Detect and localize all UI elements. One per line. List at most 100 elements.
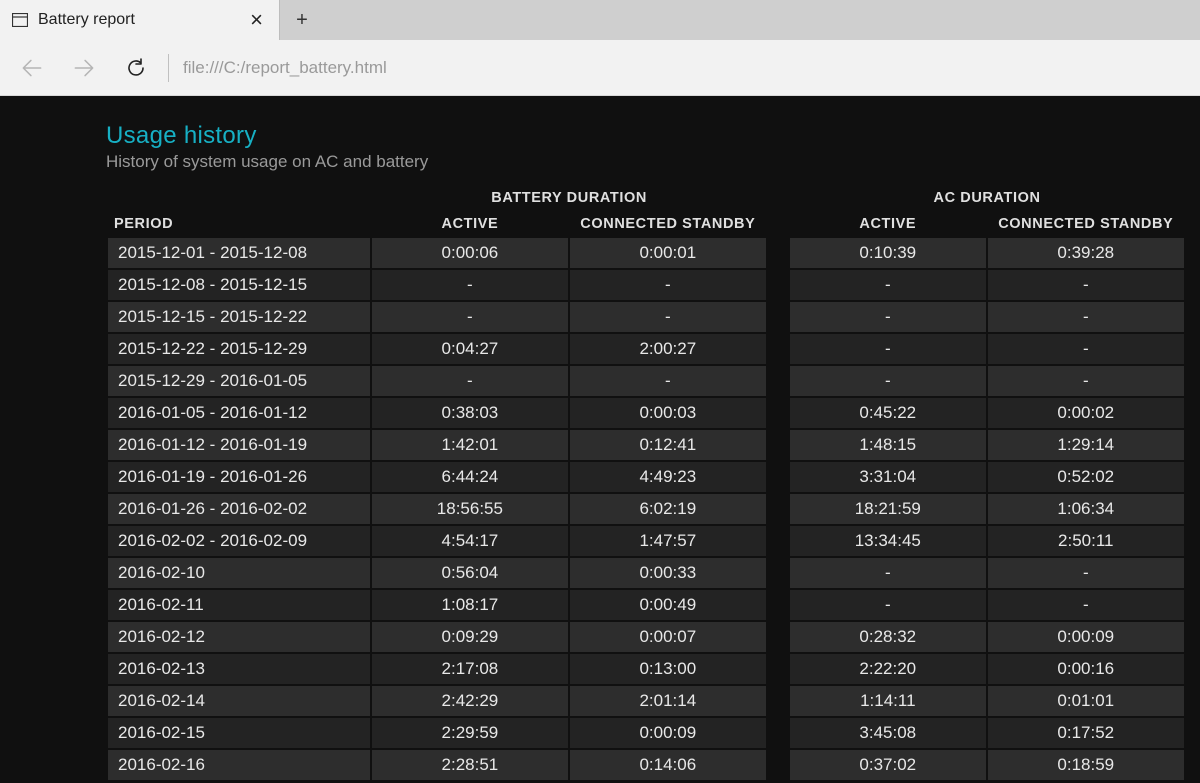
table-row: 2016-02-152:29:590:00:093:45:080:17:52 [108,718,1184,748]
table-row: 2015-12-01 - 2015-12-080:00:060:00:01 0:1… [108,238,1184,268]
cell-ac-active: 0:10:39 [790,238,986,268]
cell-period: 2016-01-12 - 2016-01-19 [108,430,370,460]
cell-battery-standby: 0:00:49 [570,590,766,620]
cell-battery-standby: 0:00:33 [570,558,766,588]
cell-ac-active: 1:48:15 [790,430,986,460]
table-row: 2016-01-26 - 2016-02-0218:56:556:02:1918… [108,494,1184,524]
cell-battery-standby: 0:14:06 [570,750,766,780]
cell-battery-active: 0:56:04 [372,558,568,588]
cell-ac-active: 0:28:32 [790,622,986,652]
cell-ac-standby: 0:39:28 [988,238,1184,268]
cell-battery-standby: - [570,302,766,332]
cell-ac-standby: - [988,334,1184,364]
url-field[interactable]: file:///C:/report_battery.html [183,58,1194,78]
col-battery-standby: CONNECTED STANDBY [570,212,766,236]
refresh-button[interactable] [110,40,162,96]
cell-ac-active: 13:34:45 [790,526,986,556]
page-icon [12,13,28,27]
cell-ac-standby: - [988,302,1184,332]
cell-battery-active: 2:17:08 [372,654,568,684]
table-row: 2016-02-142:42:292:01:141:14:110:01:01 [108,686,1184,716]
table-row: 2016-01-12 - 2016-01-191:42:010:12:411:4… [108,430,1184,460]
cell-ac-standby: 0:52:02 [988,462,1184,492]
cell-battery-standby: 0:00:01 [570,238,766,268]
cell-battery-active: 4:54:17 [372,526,568,556]
section-title: Usage history [106,122,1200,150]
table-row: 2016-02-120:09:290:00:070:28:320:00:09 [108,622,1184,652]
cell-ac-standby: - [988,558,1184,588]
cell-period: 2015-12-01 - 2015-12-08 [108,238,370,268]
cell-period: 2016-01-05 - 2016-01-12 [108,398,370,428]
cell-battery-active: 2:42:29 [372,686,568,716]
cell-battery-standby: - [570,270,766,300]
table-row: 2016-02-132:17:080:13:00 2:22:200:00:16 [108,654,1184,684]
cell-ac-standby: 2:50:11 [988,526,1184,556]
col-group-battery: BATTERY DURATION [372,186,766,210]
cell-period: 2016-02-11 [108,590,370,620]
cell-ac-standby: 0:00:16 [988,654,1184,684]
cell-period: 2015-12-15 - 2015-12-22 [108,302,370,332]
cell-period: 2016-01-19 - 2016-01-26 [108,462,370,492]
cell-battery-standby: 0:12:41 [570,430,766,460]
cell-battery-active: - [372,270,568,300]
table-row: 2016-02-162:28:510:14:060:37:020:18:59 [108,750,1184,780]
cell-period: 2016-02-10 [108,558,370,588]
cell-ac-standby: - [988,366,1184,396]
table-row: 2016-01-19 - 2016-01-266:44:244:49:23 3:3… [108,462,1184,492]
table-row: 2015-12-15 - 2015-12-22---- [108,302,1184,332]
table-row: 2015-12-08 - 2015-12-15---- [108,270,1184,300]
tab-title: Battery report [38,11,246,29]
cell-ac-active: 18:21:59 [790,494,986,524]
cell-ac-active: 0:45:22 [790,398,986,428]
cell-battery-active: 0:00:06 [372,238,568,268]
cell-battery-active: 2:28:51 [372,750,568,780]
col-period: PERIOD [108,212,370,236]
col-battery-active: ACTIVE [372,212,568,236]
col-ac-standby: CONNECTED STANDBY [988,212,1184,236]
table-row: 2016-02-100:56:040:00:33-- [108,558,1184,588]
cell-battery-standby: 0:00:09 [570,718,766,748]
cell-ac-standby: 1:06:34 [988,494,1184,524]
cell-period: 2015-12-22 - 2015-12-29 [108,334,370,364]
cell-ac-active: - [790,558,986,588]
col-group-ac: AC DURATION [790,186,1184,210]
cell-battery-standby: 4:49:23 [570,462,766,492]
cell-ac-active: 2:22:20 [790,654,986,684]
cell-battery-standby: 0:13:00 [570,654,766,684]
cell-ac-standby: 0:00:02 [988,398,1184,428]
cell-ac-active: - [790,590,986,620]
table-row: 2016-02-02 - 2016-02-094:54:171:47:5713:… [108,526,1184,556]
cell-battery-active: - [372,302,568,332]
browser-tab[interactable]: Battery report × [0,0,280,40]
cell-period: 2016-01-26 - 2016-02-02 [108,494,370,524]
cell-ac-active: 0:37:02 [790,750,986,780]
cell-battery-standby: 6:02:19 [570,494,766,524]
cell-ac-active: 3:31:04 [790,462,986,492]
cell-battery-standby: 0:00:03 [570,398,766,428]
cell-battery-active: - [372,366,568,396]
cell-period: 2016-02-16 [108,750,370,780]
table-row: 2015-12-22 - 2015-12-290:04:272:00:27-- [108,334,1184,364]
report-content: Usage history History of system usage on… [0,96,1200,783]
cell-ac-active: - [790,334,986,364]
cell-period: 2015-12-29 - 2016-01-05 [108,366,370,396]
cell-battery-active: 1:08:17 [372,590,568,620]
cell-battery-standby: 2:01:14 [570,686,766,716]
cell-battery-active: 2:29:59 [372,718,568,748]
close-tab-icon[interactable]: × [246,9,267,31]
cell-ac-active: - [790,270,986,300]
cell-period: 2016-02-12 [108,622,370,652]
cell-period: 2016-02-02 - 2016-02-09 [108,526,370,556]
cell-ac-active: - [790,302,986,332]
tab-strip: Battery report × + [0,0,1200,40]
cell-battery-active: 6:44:24 [372,462,568,492]
cell-period: 2016-02-13 [108,654,370,684]
cell-ac-standby: - [988,270,1184,300]
forward-button[interactable] [58,40,110,96]
back-button[interactable] [6,40,58,96]
cell-ac-active: - [790,366,986,396]
usage-history-table: BATTERY DURATION AC DURATION PERIOD ACTI… [106,184,1186,782]
table-row: 2015-12-29 - 2016-01-05---- [108,366,1184,396]
new-tab-button[interactable]: + [280,0,324,40]
cell-ac-active: 1:14:11 [790,686,986,716]
